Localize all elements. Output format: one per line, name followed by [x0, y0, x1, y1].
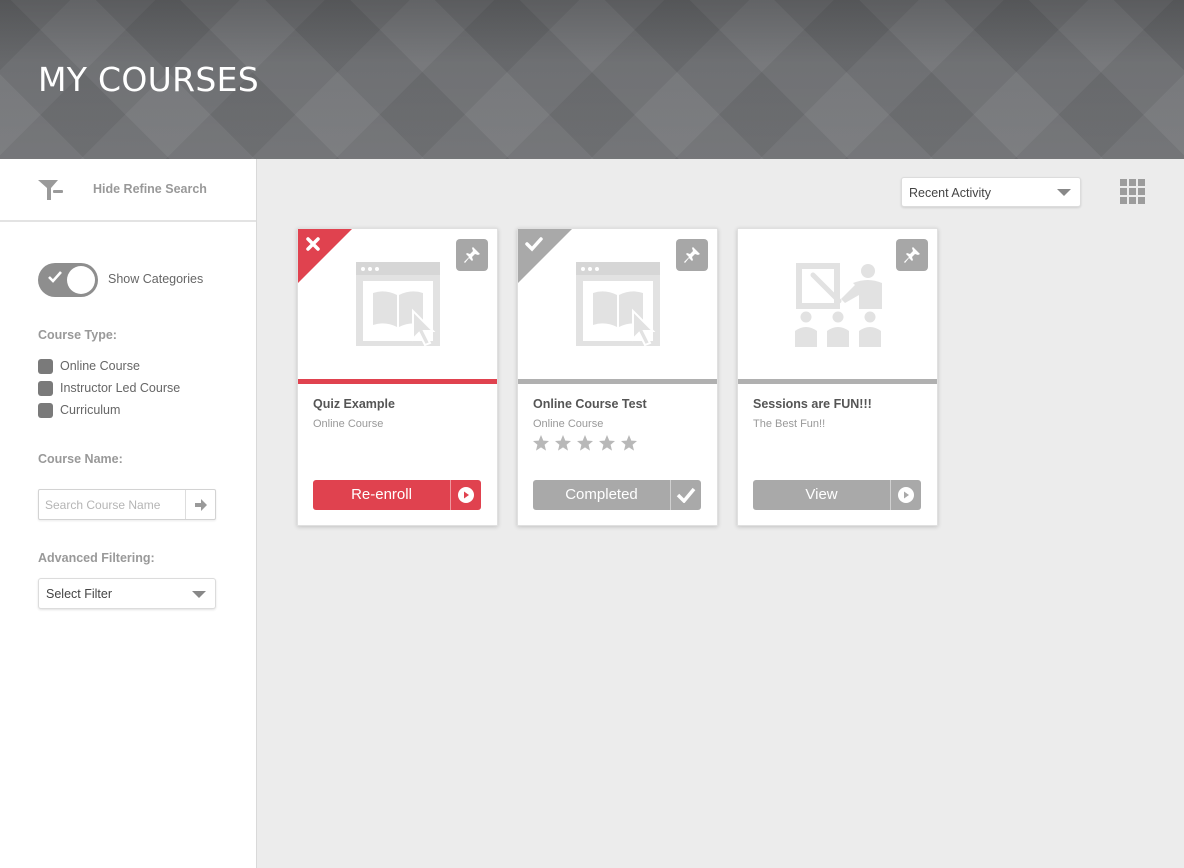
pin-icon — [904, 247, 920, 263]
advanced-filtering-heading: Advanced Filtering: — [38, 551, 155, 565]
status-bar — [298, 379, 497, 384]
play-icon — [890, 480, 921, 510]
page-header: MY COURSES — [0, 0, 1184, 159]
pin-button[interactable] — [456, 239, 488, 271]
course-title: Sessions are FUN!!! — [753, 397, 872, 411]
button-label: View — [805, 486, 838, 503]
completed-button[interactable]: Completed — [533, 480, 701, 510]
checkbox-instructor-led-course[interactable]: Instructor Led Course — [38, 379, 180, 397]
arrow-right-icon — [194, 498, 207, 511]
course-card[interactable]: Online Course Test Online Course Complet… — [517, 228, 718, 526]
course-name-heading: Course Name: — [38, 452, 123, 466]
pin-icon — [684, 247, 700, 263]
course-name-input[interactable] — [39, 490, 185, 519]
star-icon[interactable] — [576, 434, 594, 452]
star-rating[interactable] — [532, 434, 638, 452]
instructor-led-icon — [795, 263, 882, 347]
close-icon — [306, 237, 320, 251]
hide-refine-search-label: Hide Refine Search — [93, 182, 207, 196]
page-title: MY COURSES — [38, 60, 259, 99]
course-subtitle: The Best Fun!! — [753, 418, 826, 430]
refine-sidebar: Hide Refine Search Show Categories Cours… — [0, 159, 257, 868]
pin-button[interactable] — [676, 239, 708, 271]
checkbox-label: Curriculum — [60, 403, 121, 417]
re-enroll-button[interactable]: Re-enroll — [313, 480, 481, 510]
hide-refine-search-button[interactable]: Hide Refine Search — [0, 159, 256, 222]
checkbox-label: Online Course — [60, 359, 140, 373]
star-icon[interactable] — [532, 434, 550, 452]
checkbox-curriculum[interactable]: Curriculum — [38, 401, 120, 419]
checkbox-online-course[interactable]: Online Course — [38, 357, 140, 375]
pin-button[interactable] — [896, 239, 928, 271]
advanced-filter-select[interactable]: Select Filter — [38, 578, 216, 609]
funnel-icon — [38, 180, 63, 200]
star-icon[interactable] — [554, 434, 572, 452]
star-icon[interactable] — [598, 434, 616, 452]
button-label: Completed — [565, 486, 638, 503]
course-type-heading: Course Type: — [38, 328, 117, 342]
course-thumbnail — [738, 229, 937, 380]
course-subtitle: Online Course — [533, 418, 604, 430]
course-title: Online Course Test — [533, 397, 647, 411]
check-icon — [48, 271, 62, 283]
online-course-icon — [356, 262, 440, 347]
sort-select[interactable]: Recent Activity — [901, 177, 1081, 207]
toggle-knob — [67, 266, 95, 294]
show-categories-label: Show Categories — [108, 272, 204, 286]
button-label: Re-enroll — [351, 486, 412, 503]
view-button[interactable]: View — [753, 480, 921, 510]
course-thumbnail — [518, 229, 717, 380]
search-submit-button[interactable] — [185, 490, 215, 519]
course-name-search — [38, 489, 216, 520]
pin-icon — [464, 247, 480, 263]
status-bar — [738, 379, 937, 384]
check-icon — [670, 480, 701, 510]
star-icon[interactable] — [620, 434, 638, 452]
course-card[interactable]: Sessions are FUN!!! The Best Fun!! View — [737, 228, 938, 526]
online-course-icon — [576, 262, 660, 347]
checkbox-label: Instructor Led Course — [60, 381, 181, 395]
status-ribbon-completed — [518, 229, 572, 283]
show-categories-toggle[interactable] — [38, 263, 98, 297]
course-title: Quiz Example — [313, 397, 395, 411]
course-thumbnail — [298, 229, 497, 380]
status-ribbon-failed — [298, 229, 352, 283]
chevron-down-icon — [1057, 189, 1071, 196]
advanced-filter-value: Select Filter — [46, 587, 112, 601]
grid-view-icon[interactable] — [1120, 179, 1146, 204]
check-icon — [525, 237, 543, 252]
checkbox-box[interactable] — [38, 402, 53, 418]
checkbox-box[interactable] — [38, 358, 53, 374]
chevron-down-icon — [192, 591, 206, 598]
status-bar — [518, 379, 717, 384]
checkbox-box[interactable] — [38, 380, 53, 396]
course-subtitle: Online Course — [313, 418, 384, 430]
play-icon — [450, 480, 481, 510]
sort-select-value: Recent Activity — [909, 186, 991, 200]
course-card[interactable]: Quiz Example Online Course Re-enroll — [297, 228, 498, 526]
